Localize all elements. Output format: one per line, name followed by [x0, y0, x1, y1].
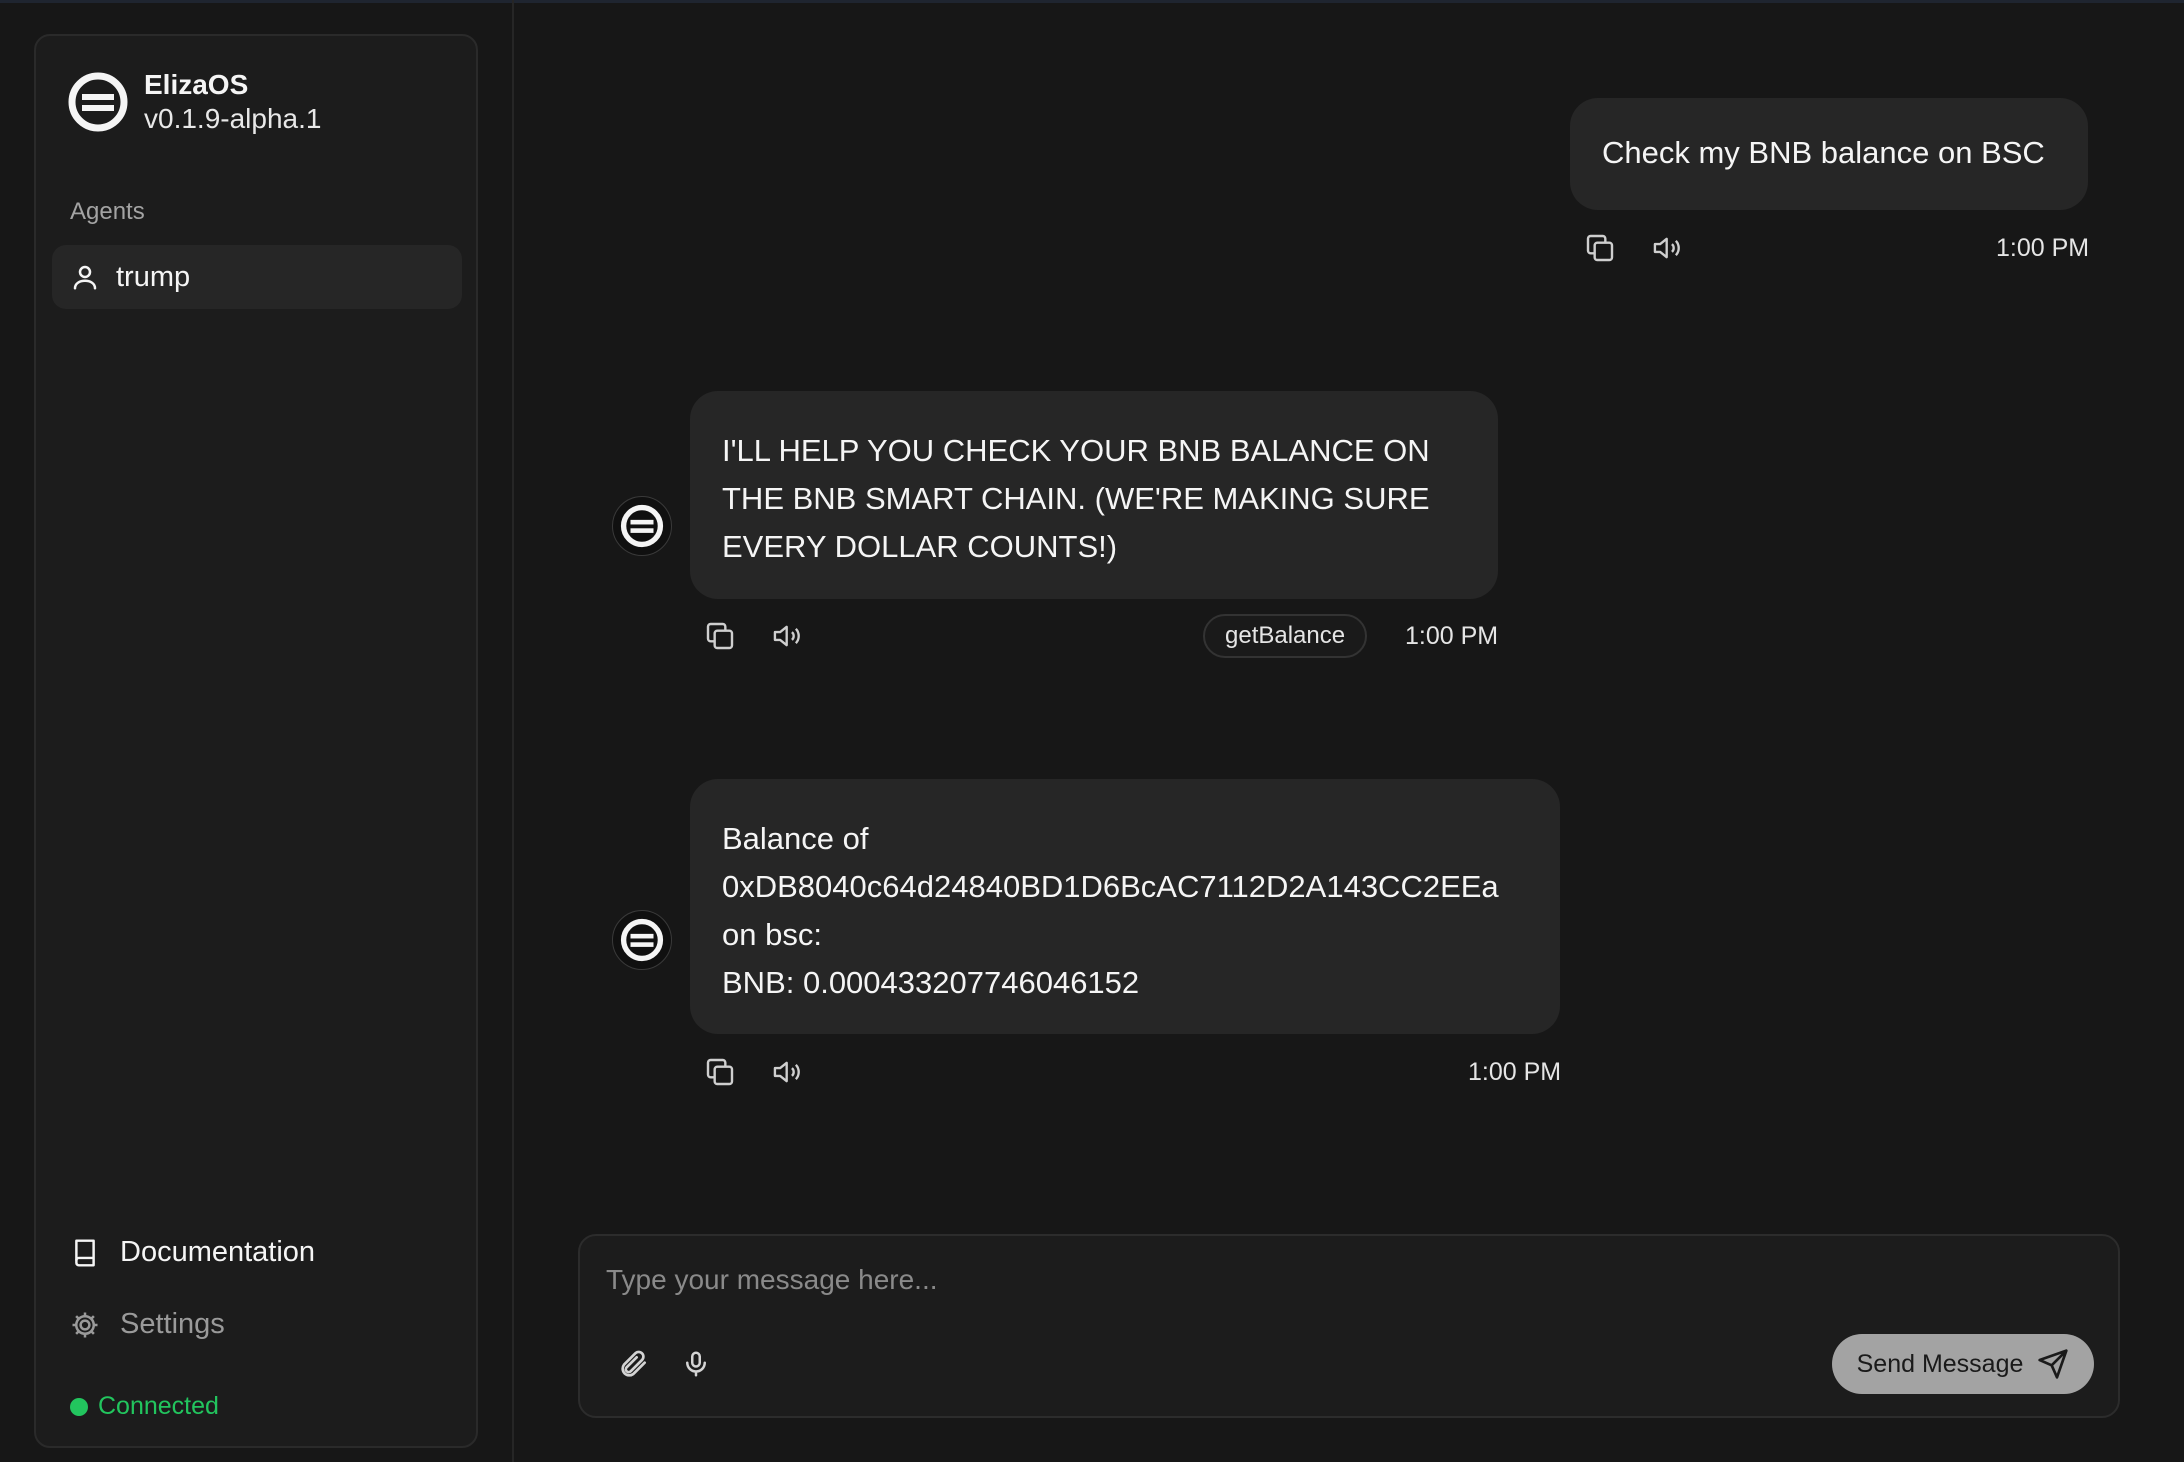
message-time: 1:00 PM	[1996, 234, 2090, 262]
user-message: Check my BNB balance on BSC	[1570, 98, 2088, 210]
agents-section-label: Agents	[70, 198, 145, 225]
message-line: THE BNB SMART CHAIN. (WE'RE MAKING SURE	[722, 481, 1430, 516]
message-time: 1:00 PM	[1405, 622, 1499, 650]
elizaos-logo	[620, 504, 664, 548]
top-border	[0, 0, 2184, 3]
message-line: on bsc:	[722, 917, 822, 952]
agent-message: I'LL HELP YOU CHECK YOUR BNB BALANCE ON …	[690, 391, 1498, 599]
speaker-icon	[773, 625, 800, 647]
action-badge: getBalance	[1203, 614, 1368, 658]
copy-button[interactable]	[1582, 230, 1618, 266]
connection-status: Connected	[70, 1392, 219, 1421]
message-line: 0xDB8040c64d24840BD1D6BcAC7112D2A143CC2E…	[722, 869, 1499, 904]
speak-button[interactable]	[770, 1054, 806, 1090]
elizaos-logo	[620, 918, 664, 962]
status-dot	[70, 1397, 88, 1416]
app-name: ElizaOS	[144, 69, 249, 100]
settings-link[interactable]: Settings	[70, 1308, 225, 1341]
send-message-button[interactable]: Send Message	[1832, 1334, 2094, 1394]
status-label: Connected	[98, 1392, 219, 1420]
send-icon	[2038, 1349, 2069, 1379]
copy-icon	[706, 622, 734, 650]
user-icon	[73, 265, 97, 290]
app-version: v0.1.9-alpha.1	[144, 103, 322, 134]
copy-button[interactable]	[702, 618, 738, 654]
message-line: I'LL HELP YOU CHECK YOUR BNB BALANCE ON	[722, 433, 1430, 468]
message-time: 1:00 PM	[1468, 1058, 1562, 1086]
message-line: Balance of	[722, 821, 869, 856]
copy-icon	[1586, 234, 1614, 262]
book-icon	[75, 1238, 95, 1267]
speak-button[interactable]	[1650, 230, 1686, 266]
message-input[interactable]: Type your message here...	[606, 1264, 938, 1296]
message-line: EVERY DOLLAR COUNTS!)	[722, 529, 1118, 564]
copy-icon	[706, 1058, 734, 1086]
documentation-link[interactable]: Documentation	[70, 1236, 315, 1269]
speaker-icon	[1653, 237, 1680, 259]
sidebar-divider	[512, 0, 514, 1462]
message-composer[interactable]: Type your message here... Send Message	[578, 1234, 2120, 1418]
microphone-button[interactable]	[678, 1346, 714, 1382]
brand[interactable]: ElizaOS v0.1.9-alpha.1	[68, 68, 321, 136]
agent-avatar	[612, 496, 672, 556]
sidebar-item-agent-trump[interactable]: trump	[52, 245, 462, 309]
microphone-icon	[686, 1351, 706, 1377]
agent-message: Balance of 0xDB8040c64d24840BD1D6BcAC711…	[690, 779, 1560, 1034]
attach-button[interactable]	[616, 1346, 652, 1382]
agent-name: trump	[116, 260, 191, 293]
elizaos-logo	[68, 72, 128, 132]
copy-button[interactable]	[702, 1054, 738, 1090]
sidebar: ElizaOS v0.1.9-alpha.1 Agents trump Docu…	[34, 34, 478, 1448]
gear-icon	[72, 1312, 98, 1337]
agent-avatar	[612, 910, 672, 970]
brand-text: ElizaOS v0.1.9-alpha.1	[144, 68, 321, 136]
settings-label: Settings	[120, 1308, 225, 1340]
speak-button[interactable]	[770, 618, 806, 654]
documentation-label: Documentation	[120, 1236, 316, 1268]
message-line: BNB: 0.000433207746046152	[722, 965, 1140, 1000]
send-label: Send Message	[1856, 1349, 2024, 1378]
speaker-icon	[773, 1061, 800, 1083]
paperclip-icon	[621, 1350, 646, 1377]
